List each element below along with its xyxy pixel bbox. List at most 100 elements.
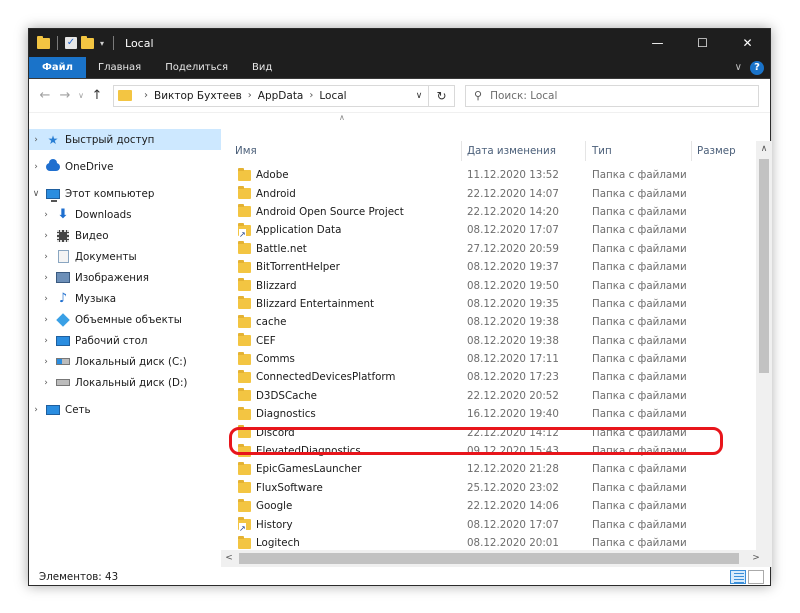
table-row[interactable]: Blizzard Entertainment 08.12.2020 19:35 Па…: [221, 295, 756, 313]
close-button[interactable]: ✕: [725, 29, 770, 57]
column-header-date[interactable]: Дата изменения: [467, 145, 556, 157]
title-bar: ✓ ▾ Local — ☐ ✕: [29, 29, 770, 57]
expand-chevron-icon[interactable]: ›: [39, 252, 53, 262]
breadcrumb-appdata[interactable]: AppData: [258, 90, 304, 102]
table-row[interactable]: Android 22.12.2020 14:07 Папка с файлами: [221, 184, 756, 202]
expand-chevron-icon[interactable]: ›: [39, 210, 53, 220]
scroll-thumb[interactable]: [759, 159, 769, 373]
tab-share[interactable]: Поделиться: [153, 57, 240, 78]
expand-chevron-icon[interactable]: ›: [39, 273, 53, 283]
nav-item-this-pc[interactable]: ∨ Этот компьютер: [29, 183, 221, 204]
quick-access-toolbar-dropdown-icon[interactable]: ▾: [100, 39, 104, 48]
folder-icon: [238, 406, 251, 420]
nav-item-quick-access[interactable]: › ★ Быстрый доступ: [29, 129, 221, 150]
expand-chevron-icon[interactable]: ›: [39, 336, 53, 346]
nav-item-3d-objects[interactable]: › Объемные объекты: [29, 309, 221, 330]
table-row[interactable]: Adobe 11.12.2020 13:52 Папка с файлами: [221, 166, 756, 184]
large-icons-view-button[interactable]: [748, 570, 764, 584]
table-row[interactable]: FluxSoftware 25.12.2020 23:02 Папка с файл…: [221, 479, 756, 497]
tab-view[interactable]: Вид: [240, 57, 284, 78]
local-disk-c-icon: [55, 355, 71, 369]
nav-item-desktop[interactable]: › Рабочий стол: [29, 330, 221, 351]
file-type: Папка с файлами: [592, 463, 687, 476]
expand-chevron-icon[interactable]: ›: [39, 294, 53, 304]
chevron-right-icon[interactable]: ›: [248, 90, 252, 101]
nav-item-network[interactable]: › Сеть: [29, 399, 221, 420]
back-arrow-icon[interactable]: ←: [35, 88, 55, 103]
nav-item-disk-d[interactable]: › Локальный диск (D:): [29, 372, 221, 393]
table-row[interactable]: Comms 08.12.2020 17:11 Папка с файлами: [221, 350, 756, 368]
expand-chevron-icon[interactable]: ›: [39, 231, 53, 241]
file-type: Папка с файлами: [592, 334, 687, 347]
address-bar[interactable]: › Виктор Бухтеев › AppData › Local ∨: [113, 84, 429, 107]
expand-chevron-icon[interactable]: ›: [39, 315, 53, 325]
nav-item-label: Сеть: [65, 403, 91, 416]
expand-chevron-icon[interactable]: ›: [29, 162, 43, 172]
status-bar: Элементов: 43: [29, 567, 770, 587]
recent-locations-chevron-icon[interactable]: ∨: [75, 91, 87, 100]
expand-chevron-icon[interactable]: ›: [29, 405, 43, 415]
new-folder-icon[interactable]: [81, 35, 94, 49]
maximize-button[interactable]: ☐: [680, 29, 725, 57]
chevron-right-icon[interactable]: ›: [309, 90, 313, 101]
table-row[interactable]: cache 08.12.2020 19:38 Папка с файлами: [221, 313, 756, 331]
forward-arrow-icon[interactable]: →: [55, 88, 75, 103]
table-row[interactable]: Application Data 08.12.2020 17:07 Папка с …: [221, 221, 756, 239]
breadcrumb-local[interactable]: Local: [319, 90, 346, 102]
column-divider[interactable]: [585, 141, 586, 161]
breadcrumb-user[interactable]: Виктор Бухтеев: [154, 90, 242, 102]
file-name: D3DSCache: [256, 389, 317, 402]
nav-item-video[interactable]: › Видео: [29, 225, 221, 246]
refresh-icon[interactable]: ↻: [429, 84, 455, 107]
help-icon[interactable]: ?: [750, 60, 764, 75]
vertical-scrollbar[interactable]: ∧ ∨: [756, 141, 772, 567]
table-row[interactable]: Android Open Source Project 22.12.2020 14…: [221, 203, 756, 221]
item-count: Элементов: 43: [39, 571, 119, 583]
details-view-button[interactable]: [730, 570, 746, 584]
tab-file[interactable]: Файл: [29, 57, 86, 78]
properties-check-icon[interactable]: ✓: [65, 37, 77, 49]
table-row[interactable]: EpicGamesLauncher 12.12.2020 21:28 Папка с…: [221, 460, 756, 478]
nav-item-pictures[interactable]: › Изображения: [29, 267, 221, 288]
table-row[interactable]: Blizzard 08.12.2020 19:50 Папка с файлами: [221, 276, 756, 294]
column-header-type[interactable]: Тип: [592, 145, 612, 157]
horizontal-scrollbar[interactable]: < >: [221, 550, 764, 567]
tab-home[interactable]: Главная: [86, 57, 153, 78]
file-name: Application Data: [256, 224, 342, 237]
table-row[interactable]: Google 22.12.2020 14:06 Папка с файлами: [221, 497, 756, 515]
column-divider[interactable]: [461, 141, 462, 161]
column-divider[interactable]: [691, 141, 692, 161]
expand-chevron-icon[interactable]: ›: [39, 378, 53, 388]
scroll-left-icon[interactable]: <: [221, 550, 237, 567]
table-row[interactable]: CEF 08.12.2020 19:38 Папка с файлами: [221, 332, 756, 350]
expand-ribbon-chevron-icon[interactable]: ∨: [735, 62, 742, 73]
table-row[interactable]: History 08.12.2020 17:07 Папка с файлами: [221, 515, 756, 533]
nav-item-onedrive[interactable]: › OneDrive: [29, 156, 221, 177]
expand-chevron-icon[interactable]: ›: [29, 135, 43, 145]
up-arrow-icon[interactable]: ↑: [87, 88, 107, 103]
nav-item-downloads[interactable]: › ⬇ Downloads: [29, 204, 221, 225]
nav-item-music[interactable]: › ♪ Музыка: [29, 288, 221, 309]
address-dropdown-icon[interactable]: ∨: [410, 91, 428, 101]
nav-item-disk-c[interactable]: › Локальный диск (C:): [29, 351, 221, 372]
search-input[interactable]: ⚲ Поиск: Local: [465, 84, 759, 107]
table-row[interactable]: D3DSCache 22.12.2020 20:52 Папка с файлами: [221, 387, 756, 405]
file-type: Папка с файлами: [592, 481, 687, 494]
column-header-name[interactable]: Имя: [235, 145, 257, 157]
scroll-right-icon[interactable]: >: [748, 550, 764, 567]
collapse-chevron-icon[interactable]: ∨: [29, 189, 43, 199]
file-name: cache: [256, 316, 287, 329]
table-row[interactable]: Battle.net 27.12.2020 20:59 Папка с файлам…: [221, 240, 756, 258]
navigation-pane: › ★ Быстрый доступ › OneDrive ∨ Этот ком…: [29, 113, 221, 567]
expand-chevron-icon[interactable]: ›: [39, 357, 53, 367]
table-row[interactable]: Diagnostics 16.12.2020 19:40 Папка с файла…: [221, 405, 756, 423]
scroll-up-icon[interactable]: ∧: [756, 141, 772, 157]
table-row[interactable]: ConnectedDevicesPlatform 08.12.2020 17:23…: [221, 368, 756, 386]
table-row[interactable]: BitTorrentHelper 08.12.2020 19:37 Папка с …: [221, 258, 756, 276]
nav-item-documents[interactable]: › Документы: [29, 246, 221, 267]
scroll-thumb[interactable]: [239, 553, 739, 564]
chevron-right-icon[interactable]: ›: [144, 90, 148, 101]
minimize-button[interactable]: —: [635, 29, 680, 57]
file-type: Папка с файлами: [592, 316, 687, 329]
column-header-size[interactable]: Размер: [697, 145, 736, 157]
